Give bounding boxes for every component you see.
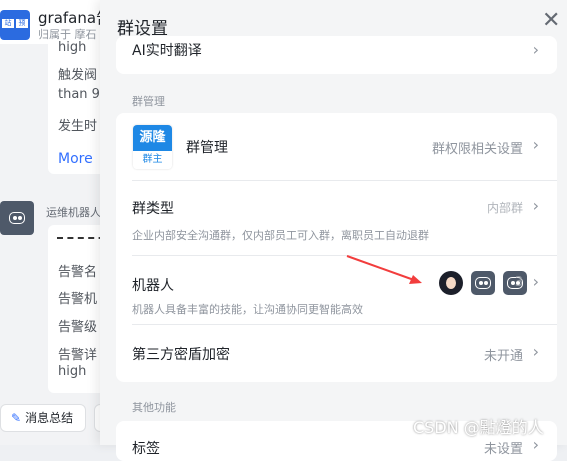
- arrow-line: [346, 255, 415, 281]
- annotation-arrow: [346, 255, 422, 284]
- watermark: CSDN @點燈的人: [413, 418, 544, 437]
